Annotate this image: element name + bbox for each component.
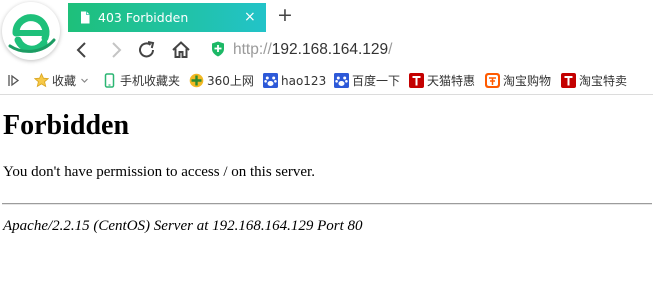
bookmark-label: 淘宝特卖 — [579, 74, 628, 88]
tmall-icon — [561, 73, 576, 88]
security-shield-icon[interactable] — [211, 41, 225, 57]
star-icon — [34, 73, 49, 88]
paw-icon — [334, 73, 349, 88]
bookmark-label: 百度一下 — [352, 74, 401, 88]
divider — [2, 203, 652, 205]
address-bar[interactable]: http://192.168.164.129/ — [233, 41, 392, 59]
bookmark-taobao-sale[interactable]: 淘宝特卖 — [561, 72, 627, 89]
url-path: / — [388, 41, 393, 58]
bookmark-baidu[interactable]: 百度一下 — [334, 72, 400, 89]
page-icon — [81, 11, 90, 24]
bookmark-label: 天猫特惠 — [427, 74, 476, 88]
bookmark-taobao[interactable]: 淘宝购物 — [485, 72, 551, 89]
bookmark-mobile[interactable]: 手机收藏夹 — [102, 72, 180, 89]
url-scheme: http:// — [233, 41, 272, 58]
chevron-down-icon — [81, 78, 88, 83]
back-icon[interactable] — [71, 39, 93, 61]
bookmark-label: hao123 — [281, 73, 327, 88]
bookmark-tmall-deals[interactable]: 天猫特惠 — [409, 72, 475, 89]
360-browser-logo-icon — [8, 14, 56, 53]
url-host: 192.168.164.129 — [271, 41, 389, 58]
browser-logo[interactable] — [2, 2, 60, 60]
forward-icon[interactable] — [105, 39, 127, 61]
bookmark-label: 淘宝购物 — [503, 74, 552, 88]
paw-icon — [263, 73, 278, 88]
tab-strip: 403 Forbidden × + — [0, 0, 653, 33]
error-message: You don't have permission to access / on… — [3, 164, 315, 180]
360-icon — [189, 73, 204, 88]
tab-title: 403 Forbidden — [98, 10, 189, 25]
tmall-icon — [409, 73, 424, 88]
reload-icon[interactable] — [136, 39, 158, 61]
page-content: Forbidden You don't have permission to a… — [0, 95, 653, 284]
home-icon[interactable] — [170, 39, 192, 61]
bookmark-favorites[interactable]: 收藏 — [34, 72, 89, 89]
tab-active[interactable]: 403 Forbidden × — [68, 3, 266, 32]
bookmark-label: 360上网 — [207, 74, 254, 88]
bookmark-360[interactable]: 360上网 — [189, 72, 254, 89]
sidebar-toggle-icon[interactable] — [8, 74, 20, 87]
bookmark-label: 收藏 — [52, 74, 77, 88]
close-icon[interactable]: × — [244, 9, 258, 25]
bookmark-label: 手机收藏夹 — [120, 74, 181, 88]
new-tab-button[interactable]: + — [277, 6, 293, 25]
phone-icon — [104, 73, 115, 88]
page-heading: Forbidden — [3, 110, 130, 141]
bookmark-hao123[interactable]: hao123 — [263, 72, 326, 89]
bookmarks-bar: 收藏 手机收藏夹 360上网 hao123 百度一下 天猫特惠 淘宝购物 淘宝特… — [0, 67, 653, 95]
server-signature: Apache/2.2.15 (CentOS) Server at 192.168… — [3, 218, 363, 234]
taobao-icon — [485, 73, 500, 88]
navigation-toolbar: http://192.168.164.129/ — [0, 33, 653, 67]
